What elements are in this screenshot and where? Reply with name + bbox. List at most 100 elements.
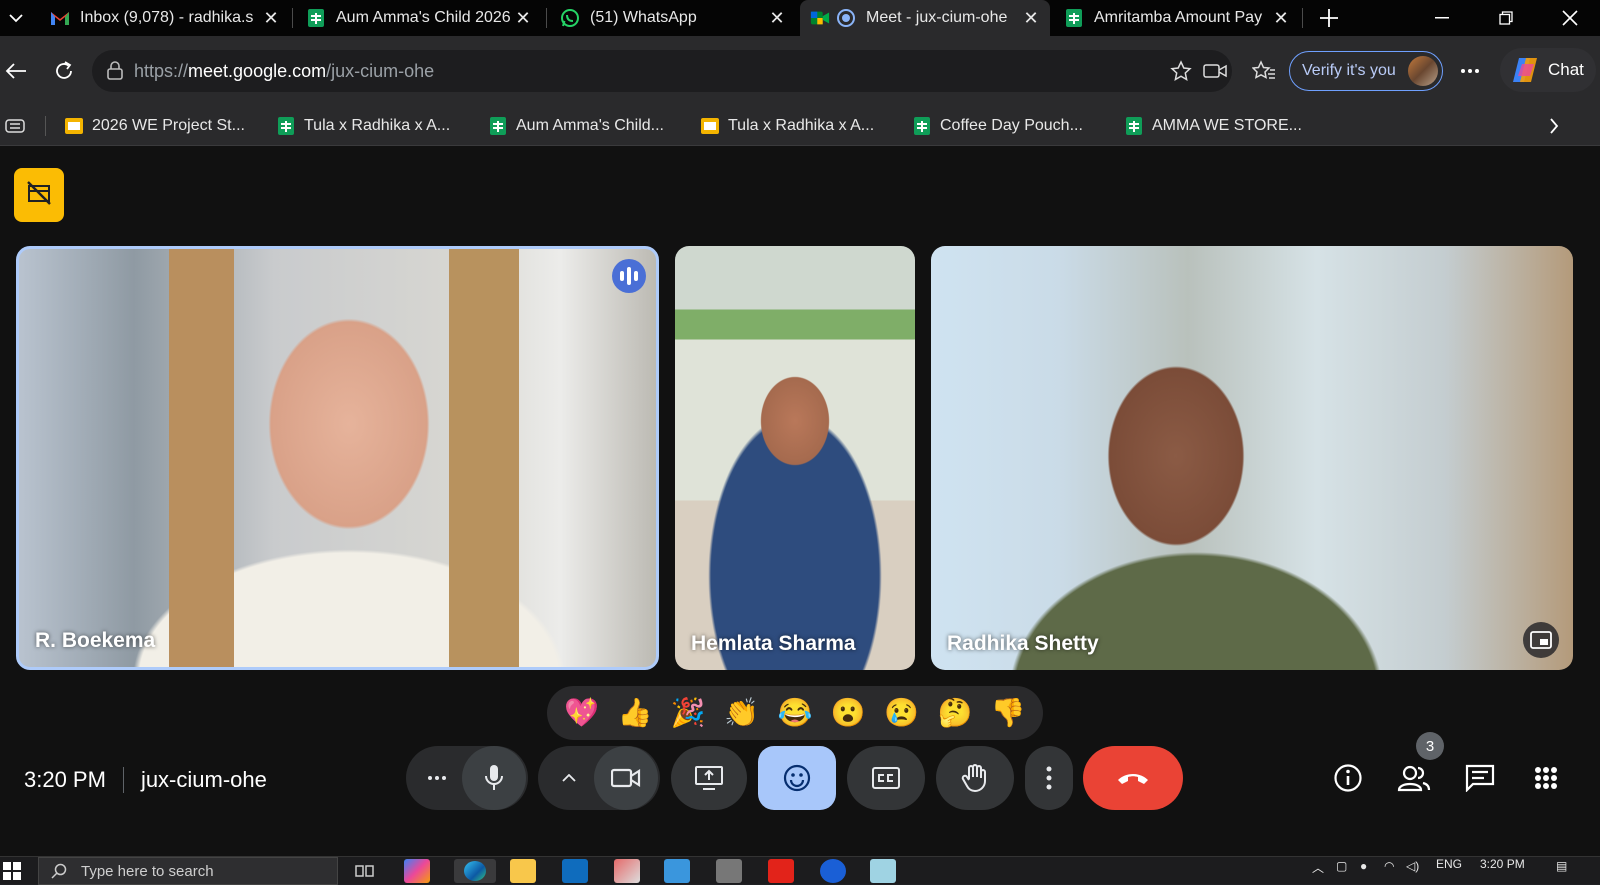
leave-call-button[interactable] [1083,746,1183,810]
more-menu-icon[interactable] [1456,58,1484,84]
activities-grid-icon[interactable] [1526,758,1566,798]
close-icon[interactable]: ✕ [1022,8,1040,29]
back-arrow-icon[interactable] [2,58,30,84]
bookmark-divider [45,116,46,136]
more-options-button[interactable] [1025,746,1073,810]
language-indicator[interactable]: ENG [1436,857,1462,871]
v-app-icon[interactable] [820,859,846,883]
tab-list-chevron-icon[interactable] [4,8,28,28]
site-info-icon[interactable] [104,61,126,81]
bookmark-item[interactable]: Tula x Radhika x A... [276,114,450,138]
clock[interactable]: 3:20 PM [1480,857,1525,871]
participant-tile[interactable]: Hemlata Sharma [675,246,915,670]
microphone-tray-icon[interactable]: ● [1360,859,1367,873]
reaction-sad[interactable]: 😢 [879,690,925,736]
restore-icon[interactable] [1476,0,1536,36]
slides-icon [700,116,720,136]
verify-profile-button[interactable]: Verify it's you [1289,51,1443,91]
close-icon[interactable]: ✕ [768,8,786,29]
volume-icon[interactable]: ◁) [1406,859,1419,873]
reaction-heart[interactable]: 💖 [559,690,605,736]
reaction-party[interactable]: 🎉 [665,690,711,736]
show-hidden-icons-chevron-icon[interactable]: ︿ [1312,859,1324,876]
audio-options-button[interactable] [414,746,460,810]
copilot-taskbar-icon[interactable] [404,859,430,883]
bookmark-star-icon[interactable] [1168,59,1194,83]
meeting-time: 3:20 PM [24,767,106,792]
camera-button[interactable] [594,746,658,810]
tab-gmail[interactable]: Inbox (9,078) - radhika.s ✕ [40,0,290,36]
taskbar-search-input[interactable]: Type here to search [38,857,338,885]
reaction-clap[interactable]: 👏 [719,690,765,736]
close-icon[interactable]: ✕ [1272,8,1290,29]
sheets-icon [276,116,296,136]
people-icon[interactable] [1394,758,1434,798]
collections-icon[interactable] [2,114,28,138]
chevron-up-icon [562,774,576,782]
more-vert-icon [1046,766,1052,790]
edge-taskbar-icon[interactable] [454,859,496,883]
close-icon[interactable]: ✕ [514,8,532,29]
copilot-chat-button[interactable]: Chat [1500,48,1596,92]
microphone-button[interactable] [462,746,526,810]
sheets-icon [1064,8,1084,28]
tab-aum-ammas-child[interactable]: Aum Amma's Child 2026 ✕ [296,0,542,36]
participant-name: Radhika Shetty [947,632,1099,655]
calculator-icon[interactable] [716,859,742,883]
tab-meet[interactable]: Meet - jux-cium-ohe ✕ [800,0,1050,36]
reaction-thumbs-up[interactable]: 👍 [612,690,658,736]
reaction-thumbs-down[interactable]: 👎 [985,690,1031,736]
meeting-details: 3:20 PM jux-cium-ohe [24,764,267,796]
paint-icon[interactable] [614,859,640,883]
tab-title: Amritamba Amount Pay [1094,9,1263,26]
meeting-info-icon[interactable] [1328,758,1368,798]
bookmarks-overflow-chevron-icon[interactable] [1542,114,1566,138]
wifi-icon[interactable]: ◠ [1384,859,1394,873]
bookmark-label: Aum Amma's Child... [516,117,664,134]
bookmark-item[interactable]: AMMA WE STORE... [1124,114,1302,138]
reaction-thinking[interactable]: 🤔 [932,690,978,736]
reactions-button[interactable] [758,746,836,810]
chat-icon[interactable] [1460,758,1500,798]
window-close-icon[interactable] [1540,0,1600,36]
participant-tile[interactable]: R. Boekema [16,246,659,670]
store-icon[interactable] [664,859,690,883]
present-screen-button[interactable] [671,746,747,810]
tab-whatsapp[interactable]: (51) WhatsApp ✕ [550,0,796,36]
notifications-icon[interactable]: ▤ [1556,859,1567,873]
tab-title: (51) WhatsApp [590,9,697,26]
reaction-laugh[interactable]: 😂 [772,690,818,736]
bookmark-item[interactable]: 2026 WE Project St... [64,114,245,138]
close-icon[interactable]: ✕ [262,8,280,29]
no-recording-notice-chip[interactable] [14,168,64,222]
meet-tray-icon[interactable]: ▢ [1336,859,1347,873]
camera-in-use-icon[interactable] [1202,59,1228,83]
picture-in-picture-icon[interactable] [1523,622,1559,658]
favorites-icon[interactable] [1250,58,1278,84]
bookmark-item[interactable]: Aum Amma's Child... [488,114,664,138]
browser-tab-strip: Inbox (9,078) - radhika.s ✕ Aum Amma's C… [0,0,1600,36]
bookmark-item[interactable]: Coffee Day Pouch... [912,114,1083,138]
task-view-icon[interactable] [354,861,376,881]
windows-start-icon[interactable] [2,861,22,881]
wps-office-icon[interactable] [768,859,794,883]
reaction-surprised[interactable]: 😮 [825,690,871,736]
raise-hand-button[interactable] [936,746,1014,810]
captions-button[interactable] [847,746,925,810]
video-options-button[interactable] [546,746,592,810]
outlook-icon[interactable] [562,859,588,883]
divider [122,767,124,793]
reload-icon[interactable] [50,58,78,84]
file-explorer-icon[interactable] [510,859,536,883]
bookmark-item[interactable]: Tula x Radhika x A... [700,114,874,138]
tab-divider [1302,8,1303,28]
notepad-icon[interactable] [870,859,896,883]
sheets-icon [488,116,508,136]
microphone-icon [485,765,503,790]
sheets-icon [1124,116,1144,136]
address-bar[interactable]: https://meet.google.com/jux-cium-ohe [92,50,1232,92]
tab-amritamba[interactable]: Amritamba Amount Pay ✕ [1054,0,1300,36]
new-tab-plus-icon[interactable] [1314,4,1344,32]
minimize-icon[interactable] [1412,0,1472,36]
participant-tile[interactable]: Radhika Shetty [931,246,1573,670]
